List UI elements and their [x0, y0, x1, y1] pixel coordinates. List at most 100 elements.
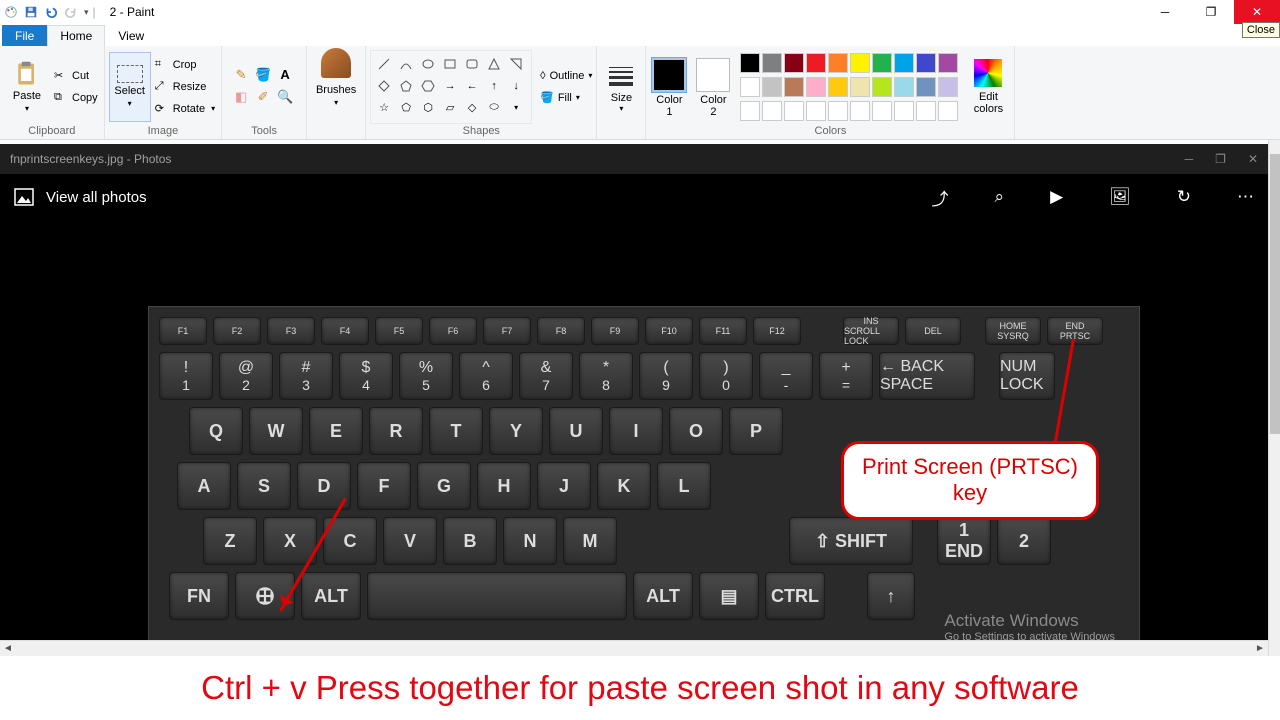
paste-button[interactable]: Paste ▾: [4, 52, 50, 122]
fill-icon: 🪣: [540, 91, 554, 104]
copy-icon: ⧉: [54, 91, 68, 105]
color-swatch[interactable]: [850, 77, 870, 97]
color-swatch-empty[interactable]: [872, 101, 892, 121]
color-swatch[interactable]: [938, 77, 958, 97]
copy-button[interactable]: ⧉Copy: [54, 88, 98, 108]
picker-tool[interactable]: ✐: [254, 88, 272, 106]
title-bar: ▾ | 2 - Paint ─ ❐ ✕: [0, 0, 1280, 24]
fill-tool[interactable]: 🪣: [254, 66, 272, 84]
color-swatch-empty[interactable]: [806, 101, 826, 121]
share-icon: ⤴: [932, 185, 949, 210]
color-swatch[interactable]: [828, 53, 848, 73]
close-tooltip: Close: [1242, 22, 1280, 38]
color-swatch[interactable]: [916, 53, 936, 73]
color-swatch-empty[interactable]: [828, 101, 848, 121]
brush-icon[interactable]: [321, 48, 351, 78]
color-swatch[interactable]: [828, 77, 848, 97]
undo-icon[interactable]: [44, 5, 58, 19]
callout-bubble: Print Screen (PRTSC) key: [841, 441, 1099, 520]
outline-icon: ◊: [540, 70, 545, 82]
rainbow-icon: [974, 59, 1002, 87]
color-swatch[interactable]: [762, 53, 782, 73]
color-swatch[interactable]: [850, 53, 870, 73]
group-brushes: Brushes ▾: [307, 46, 366, 139]
color-swatch[interactable]: [916, 77, 936, 97]
qat-customize-icon[interactable]: ▾: [84, 7, 89, 18]
more-icon: ⋯: [1237, 187, 1254, 207]
maximize-button[interactable]: ❐: [1188, 0, 1234, 24]
shapes-gallery[interactable]: →←↑↓ ☆⬠⬡▱◇⬭▾: [370, 50, 532, 124]
resize-button[interactable]: ⤢Resize: [155, 77, 215, 97]
color-swatch-empty[interactable]: [894, 101, 914, 121]
paste-icon: [13, 60, 41, 88]
separator: |: [93, 5, 96, 19]
color-2-button[interactable]: [696, 58, 730, 92]
draw-icon: 🖼: [1109, 187, 1131, 207]
text-tool[interactable]: A: [276, 66, 294, 84]
color-swatch[interactable]: [806, 77, 826, 97]
photos-minimize-icon: ─: [1185, 152, 1194, 166]
color-swatch[interactable]: [784, 77, 804, 97]
edit-colors-button[interactable]: Edit colors: [966, 59, 1010, 115]
color-swatch[interactable]: [894, 53, 914, 73]
rotate-button[interactable]: ⟳Rotate▾: [155, 99, 215, 119]
group-colors: Color 1 Color 2 Edit colors Colors: [646, 46, 1015, 139]
watermark: Activate Windows Go to Settings to activ…: [944, 611, 1115, 643]
color-swatch[interactable]: [740, 77, 760, 97]
color-swatch[interactable]: [872, 53, 892, 73]
photos-title-bar: fnprintscreenkeys.jpg - Photos ─ ❐ ✕: [0, 144, 1268, 174]
resize-icon: ⤢: [155, 80, 169, 94]
color-swatch-empty[interactable]: [784, 101, 804, 121]
color-swatch[interactable]: [872, 77, 892, 97]
ribbon: Paste ▾ ✂Cut ⧉Copy Clipboard Select ▾ ⌗C…: [0, 46, 1280, 140]
color-swatch-empty[interactable]: [916, 101, 936, 121]
color-swatch[interactable]: [762, 77, 782, 97]
eraser-tool[interactable]: ◧: [232, 88, 250, 106]
rotate-photos-icon: ↻: [1177, 187, 1191, 207]
save-icon[interactable]: [24, 5, 38, 19]
quick-access-toolbar: ▾: [0, 5, 89, 19]
photos-maximize-icon: ❐: [1215, 152, 1226, 166]
size-lines-icon: [609, 67, 633, 86]
crop-button[interactable]: ⌗Crop: [155, 55, 215, 75]
ribbon-tabs: File Home View: [0, 24, 1280, 46]
color-palette[interactable]: [738, 51, 960, 75]
group-shapes: →←↑↓ ☆⬠⬡▱◇⬭▾ ◊Outline▾ 🪣Fill▾ Shapes: [366, 46, 597, 139]
color-swatch-empty[interactable]: [762, 101, 782, 121]
color-swatch[interactable]: [938, 53, 958, 73]
shape-fill-button[interactable]: 🪣Fill▾: [540, 88, 592, 108]
color-swatch-empty[interactable]: [938, 101, 958, 121]
keyboard-image: F1F2F3F4F5F6F7F8F9F10F11F12INSSCROLL LOC…: [148, 306, 1140, 646]
scroll-thumb[interactable]: [1270, 154, 1280, 434]
rotate-icon: ⟳: [155, 102, 169, 116]
zoom-tool[interactable]: 🔍: [276, 88, 294, 106]
color-swatch[interactable]: [784, 53, 804, 73]
scissors-icon: ✂: [54, 69, 68, 83]
shape-outline-button[interactable]: ◊Outline▾: [540, 66, 592, 86]
color-swatch[interactable]: [894, 77, 914, 97]
color-swatch-empty[interactable]: [850, 101, 870, 121]
tab-home[interactable]: Home: [47, 25, 105, 46]
color-swatch-empty[interactable]: [740, 101, 760, 121]
scroll-left-icon[interactable]: ◄: [0, 641, 16, 657]
color-swatch[interactable]: [740, 53, 760, 73]
tab-view[interactable]: View: [105, 25, 157, 46]
select-button[interactable]: Select ▾: [109, 52, 151, 122]
tab-file[interactable]: File: [2, 25, 47, 46]
slideshow-icon: ▶: [1050, 187, 1063, 207]
cut-button[interactable]: ✂Cut: [54, 66, 98, 86]
group-size: Size ▾: [597, 46, 646, 139]
scroll-right-icon[interactable]: ►: [1252, 641, 1268, 657]
minimize-button[interactable]: ─: [1142, 0, 1188, 24]
size-button[interactable]: Size ▾: [601, 61, 641, 113]
close-button[interactable]: ✕: [1234, 0, 1280, 24]
pencil-tool[interactable]: ✎: [232, 66, 250, 84]
horizontal-scrollbar[interactable]: ◄ ►: [0, 640, 1268, 656]
redo-icon[interactable]: [64, 5, 78, 19]
photos-toolbar: View all photos ⤴ ⌕ ▶ 🖼 ↻ ⋯: [0, 174, 1268, 220]
canvas-area[interactable]: fnprintscreenkeys.jpg - Photos ─ ❐ ✕ Vie…: [0, 140, 1280, 656]
color-1-button[interactable]: [652, 58, 686, 92]
vertical-scrollbar[interactable]: [1268, 140, 1280, 656]
color-swatch[interactable]: [806, 53, 826, 73]
crop-icon: ⌗: [155, 58, 169, 72]
